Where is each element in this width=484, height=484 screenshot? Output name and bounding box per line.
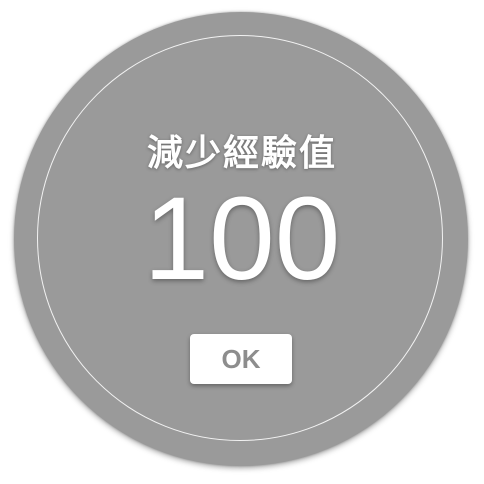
stage: 減少經驗值 100 OK bbox=[0, 0, 484, 484]
ok-button[interactable]: OK bbox=[190, 334, 292, 384]
dialog-title: 減少經驗值 bbox=[146, 133, 337, 174]
experience-value: 100 bbox=[143, 173, 341, 305]
